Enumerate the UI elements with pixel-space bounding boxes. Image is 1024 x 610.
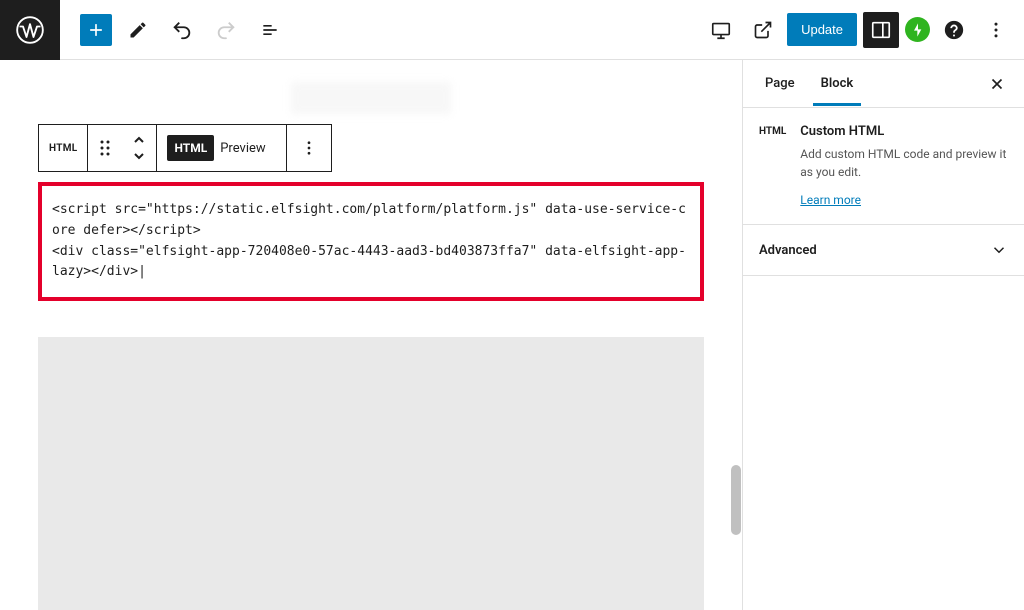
undo-button[interactable] (164, 12, 200, 48)
close-sidebar-button[interactable] (984, 71, 1010, 97)
placeholder-block[interactable] (38, 337, 704, 610)
scrollbar-thumb[interactable] (731, 465, 741, 535)
sidebar: Page Block HTML Custom HTML Add custom H… (742, 60, 1024, 610)
block-more-button[interactable] (287, 125, 331, 171)
advanced-accordion[interactable]: Advanced (743, 225, 1024, 276)
preview-tab[interactable]: Preview (220, 141, 275, 156)
scrollbar[interactable] (730, 60, 742, 610)
move-down-button[interactable] (132, 148, 146, 164)
jetpack-icon[interactable] (905, 17, 930, 42)
block-info-title: Custom HTML (800, 124, 1008, 139)
document-outline-button[interactable] (252, 12, 288, 48)
tab-block[interactable]: Block (813, 62, 862, 105)
block-info-icon: HTML (759, 124, 786, 208)
editor-canvas: HTML HTML Preview (0, 60, 742, 610)
topbar: Update (0, 0, 1024, 60)
sidebar-tabs: Page Block (743, 60, 1024, 108)
view-button[interactable] (703, 12, 739, 48)
settings-sidebar-toggle[interactable] (863, 12, 899, 48)
learn-more-link[interactable]: Learn more (800, 193, 861, 207)
block-info-section: HTML Custom HTML Add custom HTML code an… (743, 108, 1024, 225)
block-type-icon[interactable]: HTML (39, 125, 87, 171)
move-up-button[interactable] (132, 132, 146, 148)
topbar-right: Update (703, 12, 1024, 48)
help-button[interactable] (936, 12, 972, 48)
code-line: <script src="https://static.elfsight.com… (52, 202, 686, 238)
update-button[interactable]: Update (787, 13, 857, 46)
add-block-button[interactable] (80, 14, 112, 46)
drag-handle[interactable] (88, 125, 122, 171)
redo-button[interactable] (208, 12, 244, 48)
more-menu-button[interactable] (978, 12, 1014, 48)
advanced-label: Advanced (759, 243, 817, 258)
post-title-placeholder[interactable] (291, 82, 451, 114)
external-link-button[interactable] (745, 12, 781, 48)
wordpress-logo[interactable] (0, 0, 60, 60)
custom-html-textarea[interactable]: <script src="https://static.elfsight.com… (38, 182, 704, 301)
move-arrows (122, 125, 156, 171)
topbar-left (60, 12, 288, 48)
edit-mode-button[interactable] (120, 12, 156, 48)
block-info-desc: Add custom HTML code and preview it as y… (800, 145, 1008, 181)
html-edit-tab[interactable]: HTML Preview (157, 125, 285, 171)
code-line: <div class="elfsight-app-720408e0-57ac-4… (52, 244, 686, 280)
tab-page[interactable]: Page (757, 62, 803, 105)
block-toolbar: HTML HTML Preview (38, 124, 332, 172)
main: HTML HTML Preview (0, 60, 1024, 610)
